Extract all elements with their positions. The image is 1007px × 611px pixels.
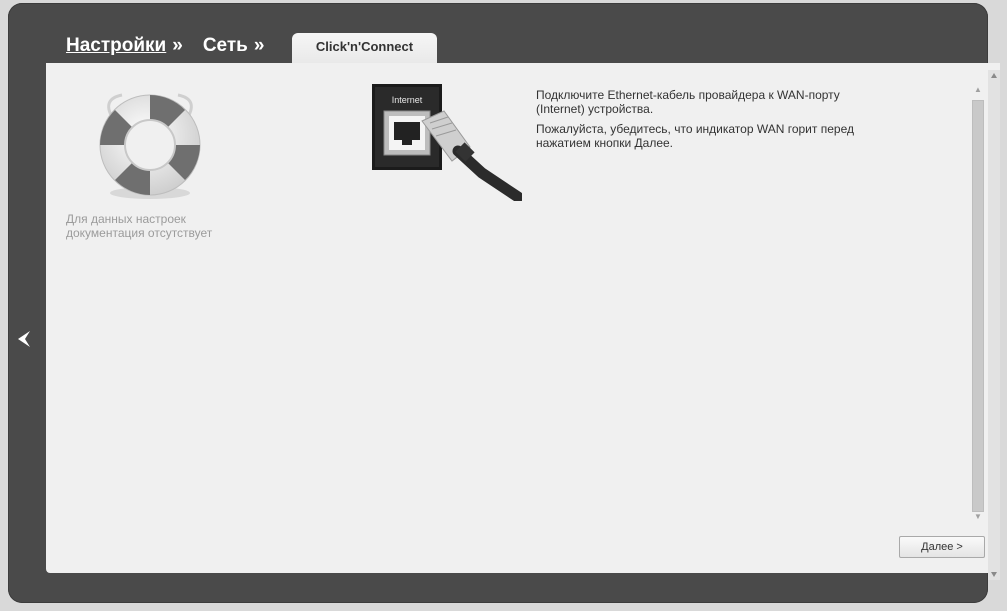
scroll-down-icon[interactable]: ▼ [973, 512, 983, 522]
breadcrumb-settings[interactable]: Настройки [66, 35, 166, 57]
help-text: Для данных настроек документация отсутст… [66, 212, 256, 240]
outer-scrollbar[interactable] [988, 70, 1000, 580]
breadcrumb: Настройки » Сеть » [66, 35, 264, 57]
lifebuoy-icon [99, 93, 201, 199]
instruction-text: Подключите Ethernet-кабель провайдера к … [536, 88, 840, 116]
port-label: Internet [392, 95, 423, 105]
help-text-line: Для данных настроек [66, 212, 186, 226]
next-button[interactable]: Далее > [899, 536, 985, 558]
help-text-line: документация отсутствует [66, 226, 213, 240]
breadcrumb-separator: » [253, 35, 265, 56]
vertical-scrollbar[interactable]: ▲ ▼ [970, 63, 986, 523]
tab-click-n-connect[interactable]: Click'n'Connect [292, 33, 437, 63]
instruction-text: Пожалуйста, убедитесь, что индикатор WAN… [536, 122, 854, 150]
breadcrumb-network[interactable]: Сеть [203, 35, 248, 57]
scrollbar-thumb[interactable] [972, 100, 984, 512]
instructions: Подключите Ethernet-кабель провайдера к … [536, 88, 856, 156]
wan-port-image: Internet [372, 84, 522, 201]
breadcrumb-separator: » [172, 35, 183, 56]
scroll-up-icon[interactable]: ▲ [973, 85, 983, 95]
back-arrow-icon[interactable] [16, 330, 32, 348]
content-panel: Для данных настроек документация отсутст… [46, 63, 1000, 573]
